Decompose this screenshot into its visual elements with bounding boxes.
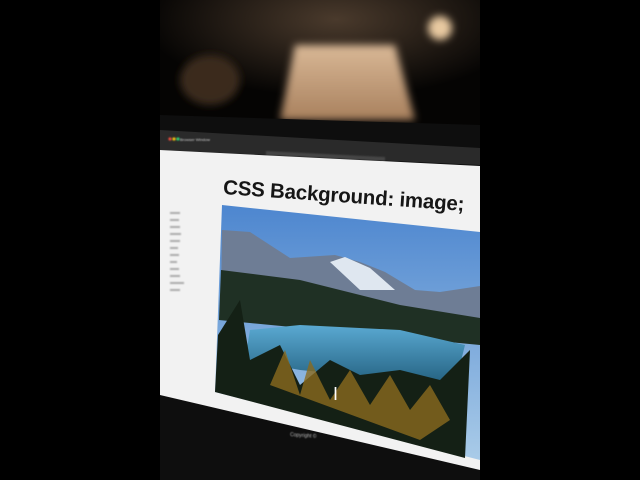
photo-scene: I [160, 0, 480, 480]
text-cursor-icon: I [333, 384, 338, 404]
browser-tab[interactable]: Browser Window [180, 137, 210, 142]
